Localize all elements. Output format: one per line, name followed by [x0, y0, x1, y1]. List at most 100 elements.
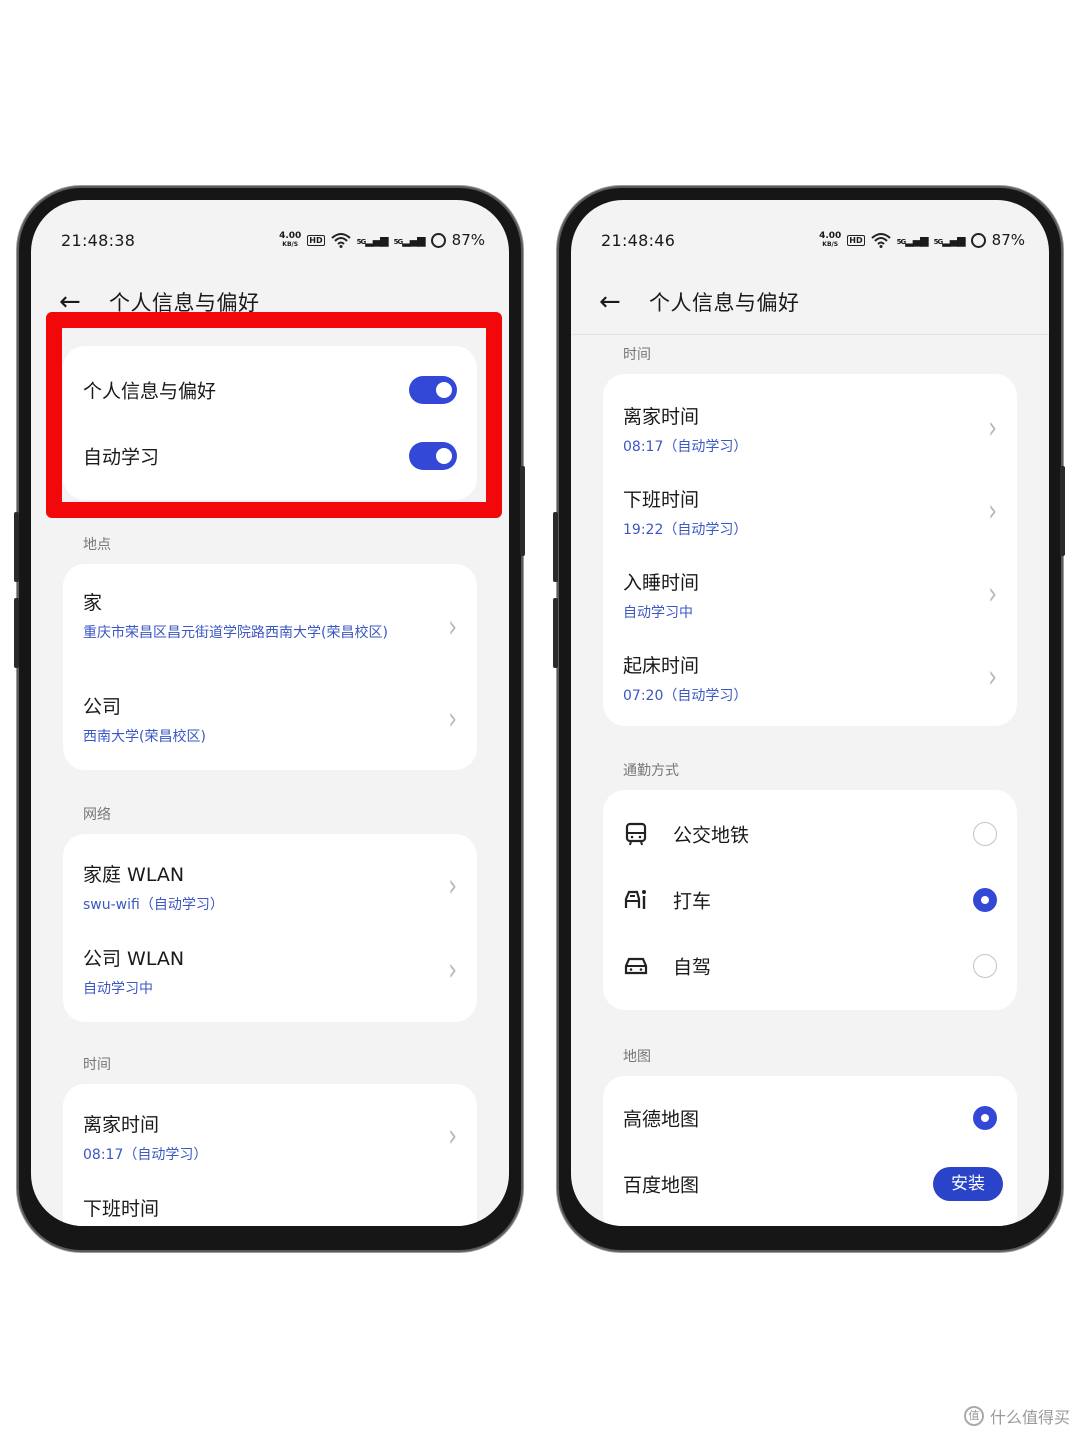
section-label-time: 时间	[83, 1057, 111, 1073]
speed-unit: KB/S	[282, 240, 299, 248]
item-subtitle: 08:17（自动学习）	[623, 439, 748, 455]
item-title: 下班时间	[83, 1198, 160, 1220]
watermark-text: 什么值得买	[989, 1408, 1070, 1427]
wifi-icon	[330, 233, 351, 248]
install-button[interactable]: 安装	[933, 1167, 1003, 1201]
item-title: 家庭 WLAN	[83, 864, 185, 886]
list-item[interactable]: 起床时间 07:20（自动学习） ›	[623, 651, 997, 705]
map-option-amap[interactable]: 高德地图	[623, 1088, 997, 1148]
list-item[interactable]: 下班时间 ›	[83, 1194, 457, 1226]
item-title: 离家时间	[83, 1114, 160, 1136]
commute-option-drive[interactable]: 自驾	[623, 936, 997, 996]
status-bar: 21:48:46 4.00 KB/S HD 5G▂▄▆ 5G▂▄▆ 87%	[601, 228, 1025, 252]
time-card: 离家时间 08:17（自动学习） › 下班时间 19:22（自动学习） › 入睡…	[603, 374, 1017, 726]
right-screen: 21:48:46 4.00 KB/S HD 5G▂▄▆ 5G▂▄▆ 87% ← …	[571, 200, 1049, 1226]
signal-icon: 5G▂▄▆	[896, 233, 929, 247]
status-icons: 4.00 KB/S HD 5G▂▄▆ 5G▂▄▆ 87%	[819, 231, 1025, 249]
item-title: 家	[83, 592, 103, 614]
signal-icon-2: 5G▂▄▆	[393, 233, 426, 247]
section-label-location: 地点	[83, 537, 111, 553]
commute-label: 打车	[673, 890, 712, 913]
highlight-box	[46, 312, 502, 518]
battery-level: 87%	[991, 231, 1025, 249]
list-item[interactable]: 下班时间 19:22（自动学习） ›	[623, 485, 997, 539]
commute-option-taxi[interactable]: 打车	[623, 870, 997, 930]
back-arrow-icon[interactable]: ←	[599, 287, 629, 317]
item-subtitle: 西南大学(荣昌校区)	[83, 729, 206, 745]
chevron-right-icon: ›	[988, 411, 997, 447]
right-phone-frame: 21:48:46 4.00 KB/S HD 5G▂▄▆ 5G▂▄▆ 87% ← …	[557, 186, 1063, 1252]
commute-label: 自驾	[673, 956, 712, 979]
item-title: 离家时间	[623, 406, 700, 428]
chevron-right-icon: ›	[988, 494, 997, 530]
radio-taxi[interactable]	[973, 888, 997, 912]
list-item[interactable]: 公司 WLAN 自动学习中 ›	[83, 944, 457, 998]
section-label-network: 网络	[83, 807, 111, 823]
hd-icon: HD	[847, 234, 865, 246]
speed-unit: KB/S	[822, 240, 839, 248]
radio-bus[interactable]	[973, 822, 997, 846]
battery-icon	[430, 232, 446, 248]
radio-drive[interactable]	[973, 954, 997, 978]
item-subtitle: 08:17（自动学习）	[83, 1147, 208, 1163]
commute-label: 公交地铁	[673, 824, 750, 847]
side-button	[14, 512, 19, 582]
watermark: 值 什么值得买	[963, 1404, 1070, 1428]
map-card: 高德地图 百度地图 安装	[603, 1076, 1017, 1226]
list-item[interactable]: 离家时间 08:17（自动学习） ›	[623, 402, 997, 456]
chevron-right-icon: ›	[988, 660, 997, 696]
time-card: 离家时间 08:17（自动学习） › 下班时间 ›	[63, 1084, 477, 1226]
location-card: 家 重庆市荣昌区昌元街道学院路西南大学(荣昌校区) › 公司 西南大学(荣昌校区…	[63, 564, 477, 770]
network-card: 家庭 WLAN swu-wifi（自动学习） › 公司 WLAN 自动学习中 ›	[63, 834, 477, 1022]
chevron-right-icon: ›	[448, 702, 457, 738]
signal-icon: 5G▂▄▆	[356, 233, 389, 247]
list-item[interactable]: 家庭 WLAN swu-wifi（自动学习） ›	[83, 860, 457, 914]
chevron-right-icon: ›	[988, 577, 997, 613]
status-time: 21:48:46	[601, 230, 676, 250]
item-title: 公司 WLAN	[83, 948, 185, 970]
network-speed: 4.00 KB/S	[819, 231, 841, 249]
battery-icon	[970, 232, 986, 248]
chevron-right-icon: ›	[448, 610, 457, 646]
section-label-time: 时间	[623, 347, 651, 363]
battery-level: 87%	[451, 231, 485, 249]
signal-icon-2: 5G▂▄▆	[933, 233, 966, 247]
status-bar: 21:48:38 4.00 KB/S HD 5G▂▄▆ 5G▂▄▆ 87%	[61, 228, 485, 252]
item-title: 下班时间	[623, 489, 700, 511]
signal-label: 5G	[356, 237, 367, 246]
item-subtitle: 07:20（自动学习）	[623, 688, 748, 704]
status-icons: 4.00 KB/S HD 5G▂▄▆ 5G▂▄▆ 87%	[279, 231, 485, 249]
chevron-right-icon: ›	[448, 1119, 457, 1155]
signal-label-2: 5G	[393, 237, 404, 246]
page-header: ← 个人信息与偏好	[599, 278, 1029, 326]
taxi-icon	[624, 890, 646, 909]
section-label-map: 地图	[623, 1049, 651, 1065]
radio-amap[interactable]	[973, 1106, 997, 1130]
chevron-right-icon: ›	[448, 869, 457, 905]
list-item[interactable]: 离家时间 08:17（自动学习） ›	[83, 1110, 457, 1164]
chevron-right-icon: ›	[448, 953, 457, 989]
signal-label-2: 5G	[933, 237, 944, 246]
map-label: 高德地图	[623, 1108, 700, 1131]
commute-card: 公交地铁 打车 自驾	[603, 790, 1017, 1010]
map-label: 百度地图	[623, 1174, 700, 1197]
item-subtitle: 自动学习中	[83, 981, 153, 997]
page-title: 个人信息与偏好	[649, 291, 800, 315]
list-item[interactable]: 公司 西南大学(荣昌校区) ›	[83, 692, 457, 748]
map-option-baidu[interactable]: 百度地图 安装	[623, 1154, 1003, 1214]
item-subtitle: 自动学习中	[623, 605, 693, 621]
signal-label: 5G	[896, 237, 907, 246]
side-button	[553, 512, 558, 582]
item-subtitle: 19:22（自动学习）	[623, 522, 748, 538]
speed-value: 4.00	[279, 230, 302, 241]
list-item[interactable]: 家 重庆市荣昌区昌元街道学院路西南大学(荣昌校区) ›	[83, 588, 457, 668]
side-button	[14, 598, 19, 668]
hd-icon: HD	[307, 234, 325, 246]
commute-option-bus[interactable]: 公交地铁	[623, 804, 997, 864]
watermark-logo-icon: 值	[963, 1406, 984, 1426]
header-divider	[571, 334, 1049, 335]
list-item[interactable]: 入睡时间 自动学习中 ›	[623, 568, 997, 622]
power-button	[1060, 466, 1065, 556]
section-label-commute: 通勤方式	[623, 763, 679, 779]
chevron-right-icon: ›	[448, 1219, 457, 1226]
